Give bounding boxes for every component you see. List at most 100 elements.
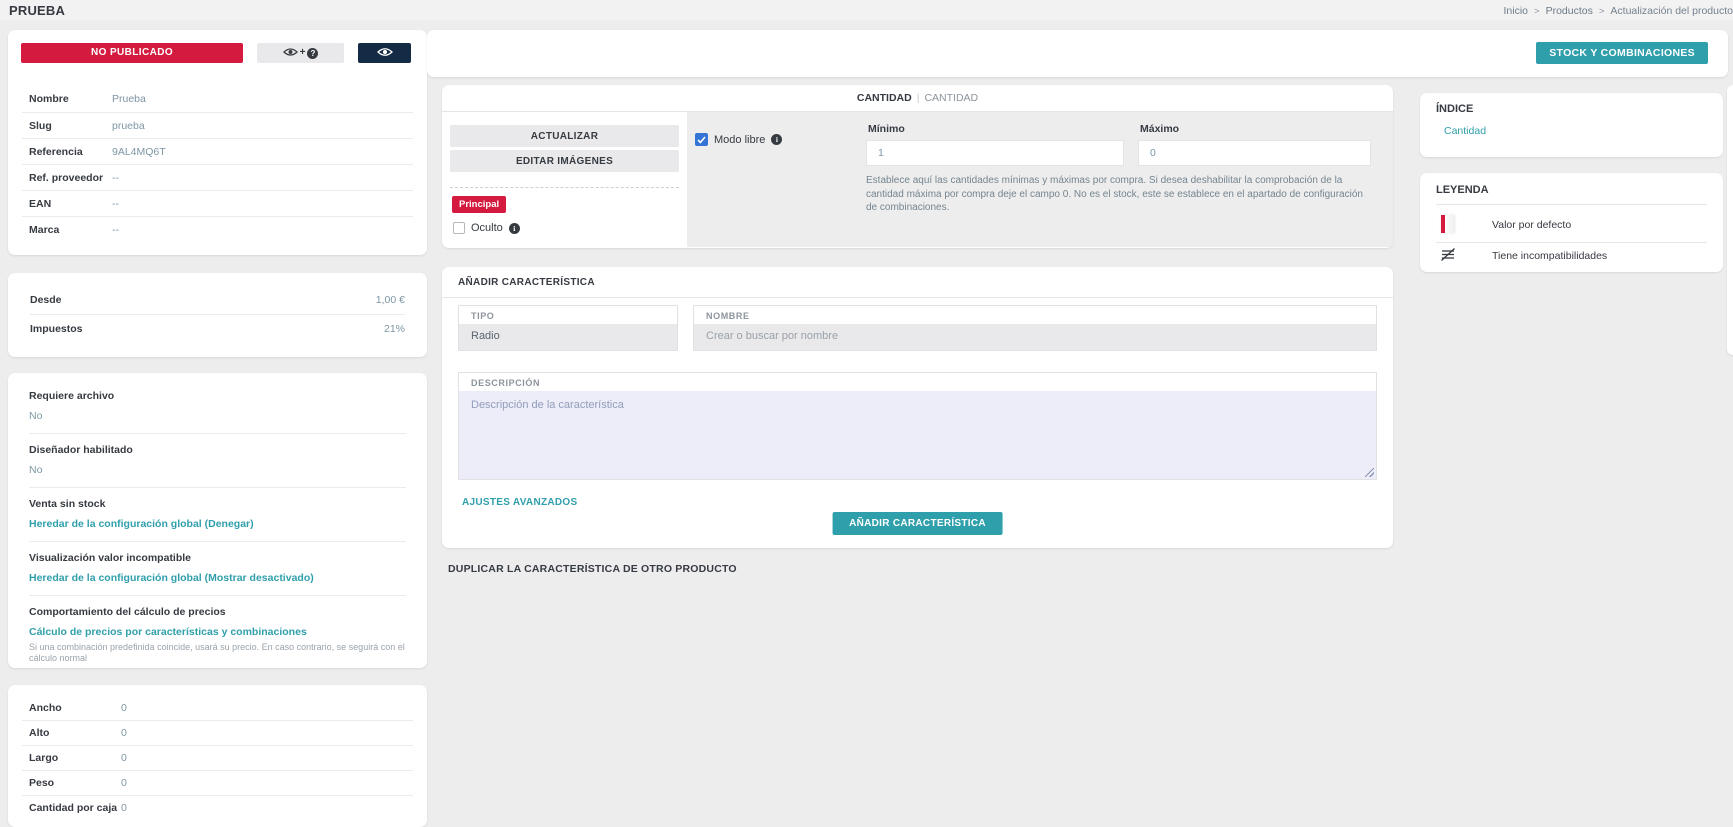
product-admin-page: PRUEBA Inicio>Productos>Actualización de… xyxy=(0,0,1733,827)
quantity-left-column: ACTUALIZAR EDITAR IMÁGENES Principal Ocu… xyxy=(442,112,687,247)
edit-images-button[interactable]: EDITAR IMÁGENES xyxy=(450,150,679,172)
tab-cantidad[interactable]: CANTIDAD xyxy=(857,92,912,104)
update-button[interactable]: ACTUALIZAR xyxy=(450,125,679,147)
description-label: DESCRIPCIÓN xyxy=(459,373,1376,391)
dimension-row-peso: Peso 0 xyxy=(22,770,413,795)
settings-group-disenador: Diseñador habilitado No xyxy=(29,433,406,487)
field-value: -- xyxy=(112,224,119,236)
legend-title: LEYENDA xyxy=(1436,184,1489,196)
description-textarea[interactable] xyxy=(459,391,1376,479)
field-label: Marca xyxy=(29,224,112,236)
info-icon[interactable]: i xyxy=(771,134,782,145)
field-value: Prueba xyxy=(112,93,146,105)
settings-group-visualizacion: Visualización valor incompatible Heredar… xyxy=(29,541,406,595)
settings-label: Diseñador habilitado xyxy=(29,444,406,456)
dimension-value: 0 xyxy=(121,777,127,789)
field-value: -- xyxy=(112,172,119,184)
add-characteristic-panel: AÑADIR CARACTERÍSTICA TIPO Radio NOMBRE … xyxy=(442,267,1393,548)
name-input[interactable] xyxy=(694,324,1376,350)
divider xyxy=(1436,242,1707,243)
quantity-help-text: Establece aquí las cantidades mínimas y … xyxy=(866,174,1371,215)
settings-value-link[interactable]: Heredar de la configuración global (Dene… xyxy=(29,518,406,530)
field-value: 9AL4MQ6T xyxy=(112,146,166,158)
type-select[interactable]: Radio xyxy=(459,324,677,350)
preview-help-button[interactable]: + ? xyxy=(257,43,344,63)
eye-icon xyxy=(283,47,298,60)
characteristic-description-field: DESCRIPCIÓN xyxy=(458,372,1377,480)
breadcrumb-products[interactable]: Productos xyxy=(1546,5,1593,17)
breadcrumb-current: Actualización del producto xyxy=(1610,5,1733,17)
field-row-marca: Marca -- xyxy=(22,216,413,242)
max-quantity-label: Máximo xyxy=(1138,123,1371,135)
field-row-slug: Slug prueba xyxy=(22,112,413,138)
field-row-nombre: Nombre Prueba xyxy=(22,86,413,112)
duplicate-characteristic-link[interactable]: DUPLICAR LA CARACTERÍSTICA DE OTRO PRODU… xyxy=(448,563,737,575)
price-row-impuestos: Impuestos 21% xyxy=(30,314,405,342)
field-label: EAN xyxy=(29,198,112,210)
hidden-checkbox-label: Oculto xyxy=(471,222,503,234)
stock-combinations-button[interactable]: STOCK Y COMBINACIONES xyxy=(1536,42,1708,64)
price-label: Impuestos xyxy=(30,323,83,335)
breadcrumb-separator: > xyxy=(1593,6,1611,17)
unpublished-status-button[interactable]: NO PUBLICADO xyxy=(21,43,243,63)
field-label: Referencia xyxy=(29,146,112,158)
characteristic-name-field: NOMBRE xyxy=(693,305,1377,351)
type-label: TIPO xyxy=(459,306,677,324)
index-card: ÍNDICE Cantidad xyxy=(1420,93,1723,157)
product-status-card: NO PUBLICADO + ? Nombre Prueba Slug xyxy=(8,30,427,255)
question-circle-icon: ? xyxy=(307,48,318,59)
dimension-row-ancho: Ancho 0 xyxy=(22,695,413,720)
dimension-value: 0 xyxy=(121,727,127,739)
free-mode-checkbox[interactable] xyxy=(695,133,708,146)
price-card: Desde 1,00 € Impuestos 21% xyxy=(8,273,427,357)
product-settings-card: Requiere archivo No Diseñador habilitado… xyxy=(8,373,427,668)
advanced-settings-link[interactable]: AJUSTES AVANZADOS xyxy=(462,497,577,508)
quantity-panel-body: ACTUALIZAR EDITAR IMÁGENES Principal Ocu… xyxy=(442,112,1393,247)
tab-cantidad-secondary[interactable]: CANTIDAD xyxy=(924,92,978,104)
breadcrumb: Inicio>Productos>Actualización del produ… xyxy=(1504,5,1733,17)
settings-value-link[interactable]: Heredar de la configuración global (Most… xyxy=(29,572,406,584)
info-icon[interactable]: i xyxy=(509,223,520,234)
dimension-label: Alto xyxy=(29,727,121,739)
min-quantity-input[interactable] xyxy=(866,140,1124,166)
dimension-value: 0 xyxy=(121,702,127,714)
textarea-resize-handle[interactable] xyxy=(1365,468,1374,477)
max-quantity-input[interactable] xyxy=(1138,140,1371,166)
add-characteristic-button[interactable]: AÑADIR CARACTERÍSTICA xyxy=(832,512,1003,535)
divider xyxy=(1436,204,1707,205)
price-label: Desde xyxy=(30,294,62,306)
index-item-cantidad[interactable]: Cantidad xyxy=(1444,125,1486,137)
settings-label: Requiere archivo xyxy=(29,390,406,402)
characteristic-type-field: TIPO Radio xyxy=(458,305,678,351)
plus-icon: + xyxy=(300,48,306,58)
breadcrumb-separator: > xyxy=(1528,6,1546,17)
settings-label: Visualización valor incompatible xyxy=(29,552,406,564)
cutoff-panel-edge xyxy=(1727,85,1733,355)
breadcrumb-home[interactable]: Inicio xyxy=(1504,5,1529,17)
preview-button[interactable] xyxy=(358,43,411,63)
price-row-desde: Desde 1,00 € xyxy=(30,286,405,314)
dimension-label: Peso xyxy=(29,777,121,789)
page-title: PRUEBA xyxy=(9,3,65,18)
quantity-panel: CANTIDAD|CANTIDAD ACTUALIZAR EDITAR IMÁG… xyxy=(442,85,1393,248)
settings-value-link[interactable]: Cálculo de precios por características y… xyxy=(29,626,406,638)
dimension-row-cantidad-caja: Cantidad por caja 0 xyxy=(22,795,413,820)
settings-group-venta-sin-stock: Venta sin stock Heredar de la configurac… xyxy=(29,487,406,541)
price-value: 21% xyxy=(384,323,405,335)
hidden-checkbox[interactable] xyxy=(453,222,465,234)
dimension-value: 0 xyxy=(121,802,127,814)
add-characteristic-title: AÑADIR CARACTERÍSTICA xyxy=(442,267,1393,298)
hidden-checkbox-row: Oculto i xyxy=(453,222,679,234)
tab-separator: | xyxy=(912,92,925,104)
legend-label-incompatibilities: Tiene incompatibilidades xyxy=(1492,250,1607,262)
free-mode-checkbox-row: Modo libre i xyxy=(695,133,782,146)
quantity-right-column: Modo libre i Mínimo Máximo Establece aqu… xyxy=(687,112,1393,247)
field-value: prueba xyxy=(112,120,145,132)
legend-card: LEYENDA Valor por defecto Tiene incompat… xyxy=(1420,173,1723,272)
name-label: NOMBRE xyxy=(694,306,1376,324)
settings-label: Comportamiento del cálculo de precios xyxy=(29,606,406,618)
settings-value: No xyxy=(29,464,406,476)
settings-value: No xyxy=(29,410,406,422)
field-value: -- xyxy=(112,198,119,210)
product-info-list: Nombre Prueba Slug prueba Referencia 9AL… xyxy=(8,86,427,242)
